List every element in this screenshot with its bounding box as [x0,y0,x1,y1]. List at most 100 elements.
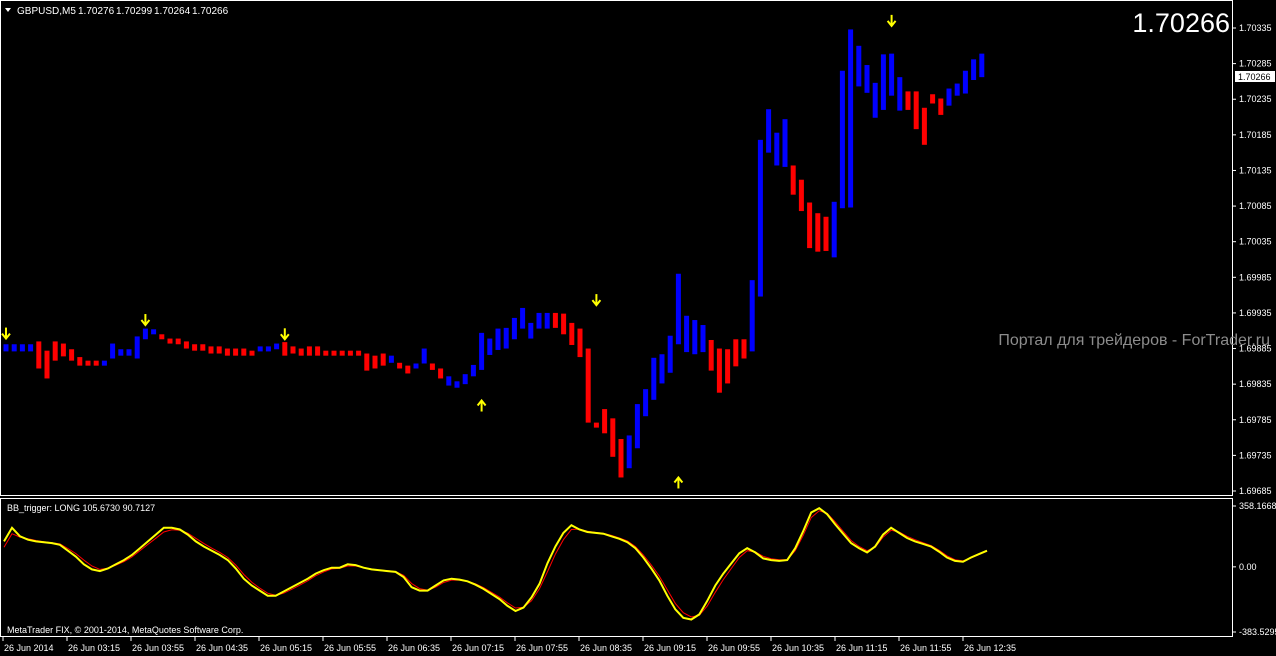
price-bar [725,349,731,384]
price-bar [192,344,198,351]
price-bar [708,339,714,371]
price-bar [503,327,509,349]
price-bar [126,349,132,356]
price-bar [946,88,952,106]
ohlc-low: 1.70264 [154,6,191,17]
price-bar [421,348,427,364]
price-bar [118,349,124,356]
price-bar [520,307,526,329]
price-bar [782,119,788,167]
time-tick-label: 26 Jun 2014 [4,643,54,653]
price-bar [446,376,452,386]
price-tick-label: 1.70285 [1239,59,1272,69]
price-bar [462,374,468,385]
price-bar [60,343,66,357]
price-bar [716,348,722,393]
price-bar [536,312,542,329]
price-bar [364,353,370,371]
price-tick-label: 1.69685 [1239,486,1272,496]
price-bar [454,381,460,388]
price-bar [249,350,255,356]
price-bar [856,45,862,87]
price-bar [380,353,386,366]
price-bar [405,365,411,374]
price-bar [372,355,378,369]
price-bar [331,350,337,356]
price-bar [593,422,599,428]
watermark-text: Портал для трейдеров - ForTrader.ru [998,332,1270,349]
price-bar [265,346,271,352]
metatrader-chart-window[interactable]: GBPUSD,M5 1.70276 1.70299 1.70264 1.7026… [0,0,1276,656]
price-bar [290,346,296,354]
osc-tick-label: -383.5295 [1239,627,1276,637]
price-bar [634,404,640,449]
ohlc-high: 1.70299 [116,6,153,17]
price-bar [216,346,222,354]
price-bar [77,357,83,366]
price-bar [921,107,927,145]
price-bar [208,346,214,354]
price-bar [610,418,616,457]
price-bar [479,332,485,370]
osc-tick-label: 358.1668 [1239,501,1276,511]
indicator-label: BB_trigger: LONG 105.6730 90.7127 [7,503,155,513]
price-bar [44,350,50,379]
price-bar [602,409,608,434]
price-bar [282,342,288,356]
price-bar [470,364,476,377]
price-bar [585,348,591,423]
price-bar [569,322,575,345]
price-bar [175,338,181,345]
price-bar [347,350,353,356]
price-bar [159,334,165,340]
price-tick-label: 1.70135 [1239,165,1272,175]
price-tick-label: 1.70235 [1239,94,1272,104]
price-bar [651,357,657,400]
time-tick-label: 26 Jun 06:35 [388,643,440,653]
price-bar [397,362,403,369]
current-price-tag: 1.70266 [1235,71,1275,82]
price-bar [684,315,690,353]
current-price-tag-text: 1.70266 [1238,72,1271,82]
price-tick-label: 1.70185 [1239,130,1272,140]
price-tick-label: 1.69935 [1239,308,1272,318]
price-bar [274,343,280,350]
price-bar [823,216,829,251]
price-tick-label: 1.70035 [1239,237,1272,247]
price-bar [831,201,837,258]
price-bar [200,344,206,351]
time-tick-label: 26 Jun 11:15 [836,643,887,653]
price-bar [36,341,42,369]
price-bar [85,360,91,366]
price-bar [110,343,116,359]
price-bar [561,313,567,335]
price-bar [413,363,419,369]
price-bar [913,91,919,130]
price-bar [971,59,977,80]
last-price-display: 1.70266 [1132,8,1230,38]
price-bar [356,350,362,356]
price-bar [815,213,821,252]
price-bar [675,273,681,345]
price-bar [52,341,58,361]
price-bar [101,360,107,366]
price-bar [774,132,780,166]
price-bar [142,328,148,340]
price-bar [544,312,550,329]
price-bar [577,328,583,358]
price-bar [889,53,895,96]
price-bar [848,29,854,208]
price-bar [19,344,25,352]
price-bar [528,322,534,339]
price-bar [872,82,878,118]
symbol-header: GBPUSD,M5 [17,6,76,17]
price-tick-label: 1.70335 [1239,23,1272,33]
time-tick-label: 26 Jun 08:35 [580,643,632,653]
price-bar [733,339,739,367]
price-bar [438,368,444,379]
chart-background [0,0,1276,656]
price-bar [167,338,173,344]
price-bar [487,338,493,355]
price-bar [757,139,763,297]
time-tick-label: 26 Jun 05:15 [260,643,312,653]
